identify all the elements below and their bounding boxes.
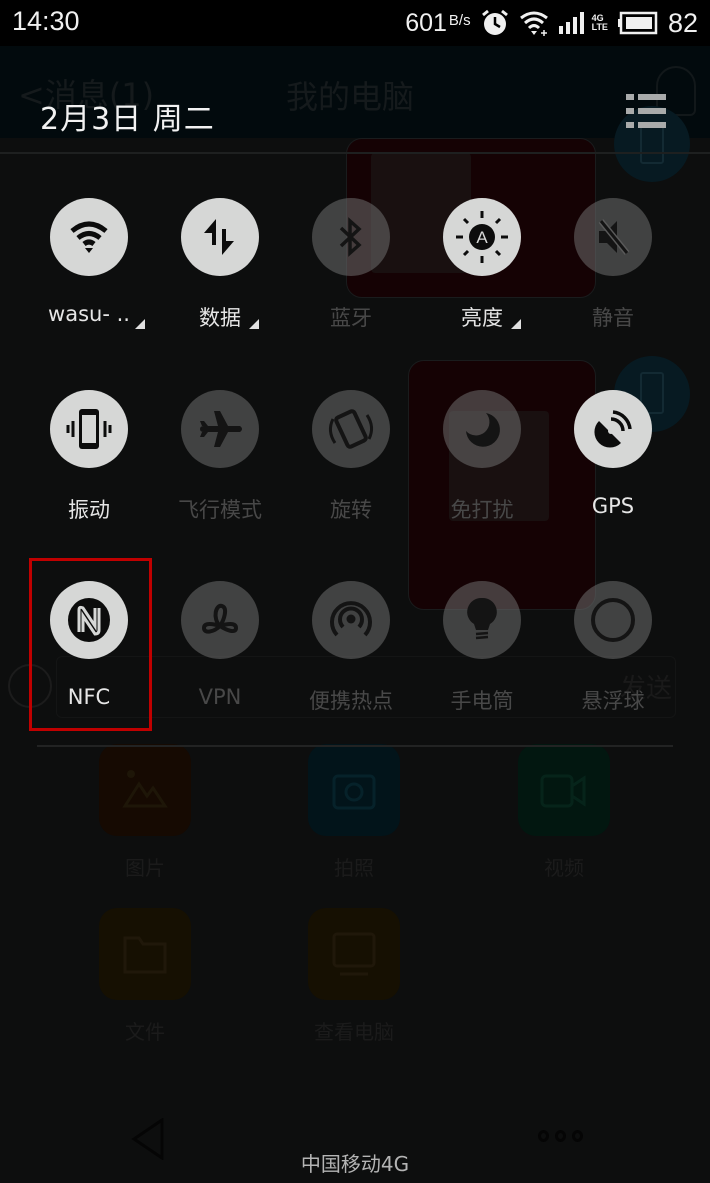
toggle-nfc-label: NFC — [67, 685, 111, 709]
toggle-bluetooth-button[interactable] — [312, 198, 390, 276]
toggle-gps[interactable]: GPS — [548, 390, 678, 550]
battery-level: 82 — [667, 7, 698, 38]
toggle-dnd-button[interactable] — [443, 390, 521, 468]
moon-icon — [466, 413, 500, 447]
toggle-hotspot-button[interactable] — [312, 581, 390, 659]
toggle-float-ball-button[interactable] — [574, 581, 652, 659]
gps-icon — [594, 410, 632, 448]
hotspot-icon — [330, 601, 372, 637]
toggle-vibrate-label: 振动 — [68, 498, 110, 522]
toggle-hotspot[interactable]: 便携热点 — [286, 581, 416, 741]
toggle-vibrate-button[interactable] — [50, 390, 128, 468]
toggle-airplane-button[interactable] — [181, 390, 259, 468]
toggle-wifi-button[interactable] — [50, 198, 128, 276]
alarm-icon — [481, 9, 509, 37]
wifi-icon — [70, 221, 108, 253]
toggle-wifi[interactable]: wasu- .. — [24, 198, 154, 358]
battery-icon — [617, 11, 658, 35]
background-title: 我的电脑 — [286, 78, 415, 116]
toggle-vpn-button[interactable] — [181, 581, 259, 659]
toggle-float-ball-label: 悬浮球 — [581, 689, 645, 713]
background-tile-label: 文件 — [125, 1020, 165, 1044]
toggle-vpn[interactable]: VPN — [155, 581, 285, 741]
signal-icon: 4G LTE — [558, 12, 608, 34]
data-transfer-icon — [204, 219, 234, 255]
video-icon — [540, 774, 586, 808]
toggle-data-label: 数据 — [199, 306, 241, 330]
image-icon — [122, 770, 168, 808]
rotate-icon — [328, 409, 374, 449]
expand-caret-icon[interactable] — [135, 319, 145, 329]
network-sub-label: LTE — [591, 22, 608, 32]
toggle-mute[interactable]: 静音 — [548, 198, 678, 358]
divider — [0, 152, 710, 154]
toggle-airplane-label: 飞行模式 — [178, 498, 262, 522]
status-icons: 601 B/s 4G LTE 82 — [405, 4, 698, 42]
status-bar: 14:30 601 B/s 4G LTE 82 — [0, 0, 710, 46]
toggle-gps-button[interactable] — [574, 390, 652, 468]
flashlight-icon — [467, 597, 497, 640]
toggle-brightness-label: 亮度 — [461, 306, 503, 330]
svg-text:A: A — [476, 228, 488, 247]
network-speed-value: 601 — [405, 8, 447, 37]
folder-icon — [123, 936, 167, 974]
toggle-data-button[interactable] — [181, 198, 259, 276]
toggle-vibrate[interactable]: 振动 — [24, 390, 154, 550]
toggle-rotate-button[interactable] — [312, 390, 390, 468]
vibrate-icon — [66, 409, 112, 449]
network-type: 4G LTE — [592, 14, 608, 32]
expand-caret-icon[interactable] — [511, 319, 521, 329]
nfc-icon — [68, 598, 110, 642]
background-tile-label: 拍照 — [334, 856, 374, 880]
toggle-nfc[interactable]: NFC — [24, 581, 154, 741]
shade-date: 2月3日 周二 — [40, 102, 215, 137]
background-tile-camera — [308, 744, 400, 836]
toggle-brightness-button[interactable]: A — [443, 198, 521, 276]
network-speed: 601 B/s — [405, 9, 470, 38]
toggle-mute-button[interactable] — [574, 198, 652, 276]
toggle-brightness[interactable]: A 亮度 — [417, 198, 547, 358]
background-tile-folder — [99, 908, 191, 1000]
status-time: 14:30 — [12, 6, 80, 36]
toggle-flashlight[interactable]: 手电筒 — [417, 581, 547, 741]
float-ball-icon — [591, 598, 635, 642]
divider — [37, 745, 673, 747]
background-tile-label: 查看电脑 — [314, 1020, 394, 1044]
auto-brightness-icon: A — [456, 211, 508, 263]
mute-icon — [598, 219, 630, 255]
toggle-bluetooth-label: 蓝牙 — [330, 306, 372, 330]
toggle-float-ball[interactable]: 悬浮球 — [548, 581, 678, 741]
toggle-dnd-label: 免打扰 — [450, 498, 514, 522]
toggle-mute-label: 静音 — [592, 306, 634, 330]
toggle-data[interactable]: 数据 — [155, 198, 285, 358]
toggle-vpn-label: VPN — [198, 685, 242, 709]
airplane-icon — [200, 411, 242, 447]
toggle-hotspot-label: 便携热点 — [309, 689, 393, 713]
toggle-nfc-button[interactable] — [50, 581, 128, 659]
toggle-airplane[interactable]: 飞行模式 — [155, 390, 285, 550]
toggle-bluetooth[interactable]: 蓝牙 — [286, 198, 416, 358]
network-speed-unit: B/s — [448, 11, 471, 29]
background-more-icon — [538, 1130, 583, 1142]
background-tile-label: 图片 — [125, 856, 165, 880]
background-tile-computer — [308, 908, 400, 1000]
toggle-dnd[interactable]: 免打扰 — [417, 390, 547, 550]
toggle-gps-label: GPS — [591, 494, 635, 518]
background-tile-image — [99, 744, 191, 836]
bluetooth-icon — [339, 217, 362, 257]
wifi-icon — [519, 10, 549, 36]
toggle-flashlight-button[interactable] — [443, 581, 521, 659]
carrier-label: 中国移动4G — [300, 1152, 410, 1176]
toggle-rotate[interactable]: 旋转 — [286, 390, 416, 550]
background-tile-label: 视频 — [544, 856, 584, 880]
background-tile-video — [518, 744, 610, 836]
toggle-flashlight-label: 手电筒 — [450, 689, 514, 713]
computer-icon — [332, 932, 376, 976]
toggle-rotate-label: 旋转 — [330, 498, 372, 522]
vpn-icon — [201, 603, 239, 634]
camera-icon — [332, 774, 376, 810]
expand-caret-icon[interactable] — [249, 319, 259, 329]
list-icon[interactable] — [626, 94, 666, 130]
